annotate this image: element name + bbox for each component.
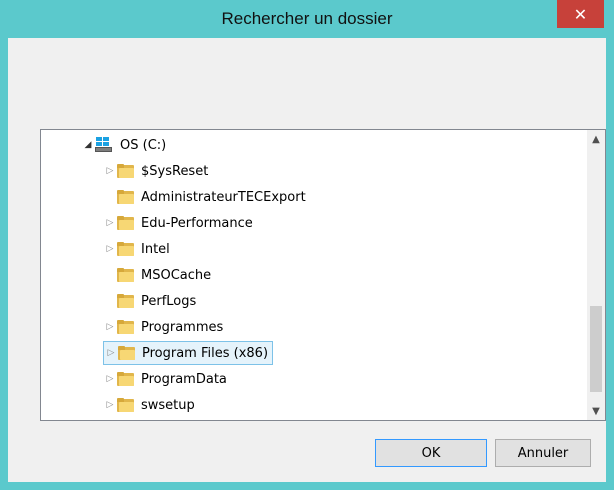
- folder-icon: [117, 268, 134, 282]
- expand-icon[interactable]: ▷: [103, 218, 117, 228]
- tree-item-label: Program Files (x86): [142, 345, 269, 361]
- folder-icon: [117, 242, 134, 256]
- tree-item[interactable]: ▷ Programmes: [103, 315, 224, 339]
- tree-item[interactable]: ▷ Intel: [103, 237, 170, 261]
- vertical-scrollbar[interactable]: ▲ ▼: [587, 130, 605, 420]
- folder-icon: [117, 372, 134, 386]
- tree-item-label: swsetup: [141, 397, 195, 413]
- close-icon: ✕: [573, 4, 588, 24]
- expand-icon[interactable]: ▷: [104, 348, 118, 358]
- tree-item-label: ProgramData: [141, 371, 227, 387]
- close-button[interactable]: ✕: [557, 0, 604, 28]
- ok-button[interactable]: OK: [375, 439, 487, 467]
- dialog-body: ◢ OS (C:) ▷ $SysReset AdministrateurTECExp…: [8, 38, 606, 482]
- expand-icon[interactable]: ▷: [103, 374, 117, 384]
- tree-item[interactable]: PerfLogs: [103, 289, 196, 313]
- expand-icon[interactable]: ▷: [103, 400, 117, 410]
- tree-rows: ◢ OS (C:) ▷ $SysReset AdministrateurTECExp…: [41, 130, 587, 420]
- drive-icon: [95, 137, 113, 153]
- title-bar[interactable]: Rechercher un dossier ✕: [0, 0, 614, 38]
- tree-item[interactable]: ▷ swsetup: [103, 393, 195, 417]
- folder-icon: [117, 216, 134, 230]
- tree-item-label: OS (C:): [120, 137, 167, 153]
- folder-icon: [117, 190, 134, 204]
- tree-item[interactable]: MSOCache: [103, 263, 211, 287]
- folder-icon: [117, 320, 134, 334]
- tree-item-label: PerfLogs: [141, 293, 197, 309]
- tree-item-label: Edu-Performance: [141, 215, 253, 231]
- folder-icon: [117, 294, 134, 308]
- window-title: Rechercher un dossier: [221, 9, 393, 28]
- scroll-thumb[interactable]: [590, 306, 602, 392]
- tree-item-label: Intel: [141, 241, 170, 257]
- tree-item-label: MSOCache: [141, 267, 212, 283]
- tree-item-root[interactable]: ◢ OS (C:): [81, 133, 166, 157]
- collapse-icon[interactable]: ◢: [81, 140, 95, 150]
- tree-item-label: Programmes: [141, 319, 224, 335]
- tree-item[interactable]: AdministrateurTECExport: [103, 185, 306, 209]
- expand-icon[interactable]: ▷: [103, 166, 117, 176]
- dialog-window: Rechercher un dossier ✕ ◢ OS (C:) ▷ $SysR…: [0, 0, 614, 490]
- scroll-down-icon[interactable]: ▼: [587, 402, 605, 420]
- tree-item[interactable]: ▷ $SysReset: [103, 159, 209, 183]
- folder-icon: [117, 398, 134, 412]
- tree-item[interactable]: ▷ ProgramData: [103, 367, 227, 391]
- tree-item-label: $SysReset: [141, 163, 209, 179]
- tree-item[interactable]: ▷ Edu-Performance: [103, 211, 253, 235]
- tree-item-label: AdministrateurTECExport: [141, 189, 306, 205]
- expand-icon[interactable]: ▷: [103, 244, 117, 254]
- cancel-button[interactable]: Annuler: [495, 439, 591, 467]
- scroll-up-icon[interactable]: ▲: [587, 130, 605, 148]
- expand-icon[interactable]: ▷: [103, 322, 117, 332]
- folder-icon: [117, 164, 134, 178]
- folder-icon: [118, 346, 135, 360]
- tree-item[interactable]: ▷ Program Files (x86): [103, 341, 274, 365]
- folder-tree[interactable]: ◢ OS (C:) ▷ $SysReset AdministrateurTECExp…: [40, 129, 606, 421]
